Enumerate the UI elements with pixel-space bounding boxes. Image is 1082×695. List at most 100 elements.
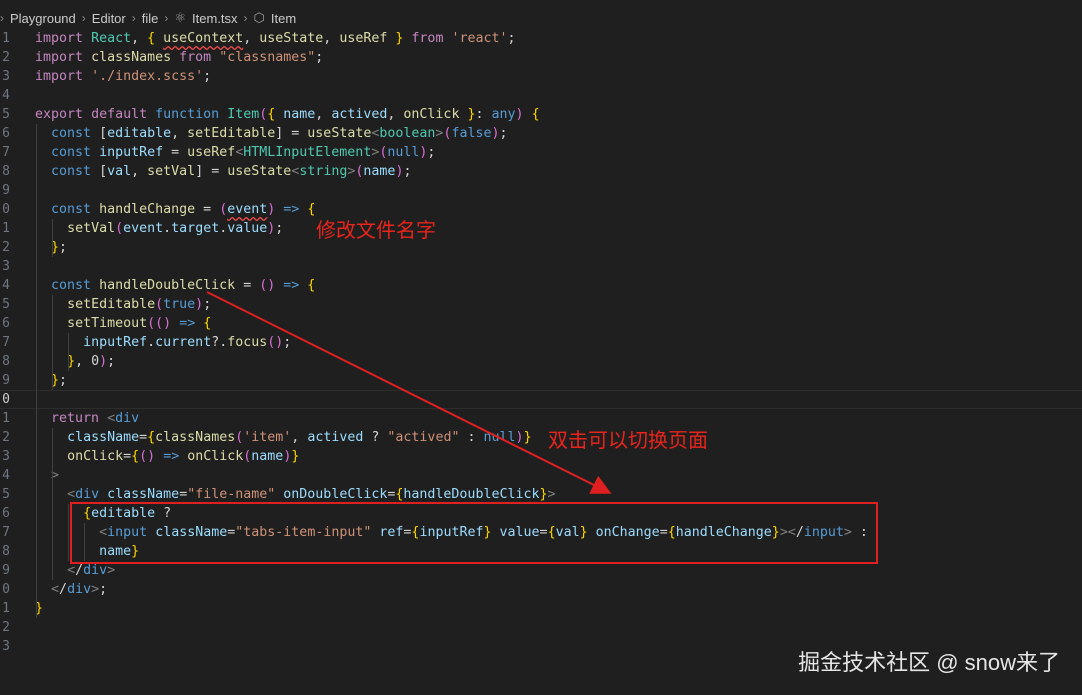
code-text: const [editable, setEditable] = useState… <box>51 126 508 141</box>
code-line[interactable]: 2 import classNames from "classnames"; <box>0 48 1082 67</box>
line-number: 6 <box>2 316 10 331</box>
code-line[interactable]: 0 <box>0 390 1082 409</box>
code-line[interactable]: 2 <box>0 618 1082 637</box>
line-number: 2 <box>2 240 10 255</box>
code-text: import classNames from "classnames"; <box>35 50 324 65</box>
code-text: setEditable(true); <box>67 297 212 312</box>
code-line[interactable]: 1 setVal(event.target.value); <box>0 219 1082 238</box>
code-line[interactable]: 0 const handleChange = (event) => { <box>0 200 1082 219</box>
code-line[interactable]: 9 <box>0 181 1082 200</box>
code-editor[interactable]: 1 import React, { useContext, useState, u… <box>0 28 1082 668</box>
breadcrumb-item-symbol[interactable]: Item <box>271 11 296 26</box>
code-text: setVal(event.target.value); <box>67 221 284 236</box>
code-line[interactable]: 1} <box>0 599 1082 618</box>
code-line[interactable]: 8 const [val, setVal] = useState<string>… <box>0 162 1082 181</box>
code-text: const [val, setVal] = useState<string>(n… <box>51 164 412 179</box>
line-number: 0 <box>2 392 10 407</box>
code-line[interactable]: 3 onClick={() => onClick(name)} <box>0 447 1082 466</box>
indent-guide <box>52 295 53 390</box>
code-text: </div>; <box>51 582 108 597</box>
line-number: 5 <box>2 487 10 502</box>
breadcrumb-item-playground[interactable]: Playground <box>10 11 76 26</box>
line-number: 0 <box>2 202 10 217</box>
line-number: 4 <box>2 88 10 103</box>
highlight-box <box>70 502 878 564</box>
code-text: return <div <box>51 411 140 426</box>
line-number: 8 <box>2 164 10 179</box>
line-number: 6 <box>2 126 10 141</box>
indent-guide <box>68 333 69 371</box>
code-line[interactable]: 4 > <box>0 466 1082 485</box>
chevron-right-icon: › <box>0 11 4 25</box>
code-line[interactable]: 3 <box>0 257 1082 276</box>
code-line[interactable]: 3 import './index.scss'; <box>0 67 1082 86</box>
symbol-method-icon: ⬡ <box>253 10 265 25</box>
chevron-right-icon: › <box>81 11 86 25</box>
line-number: 9 <box>2 373 10 388</box>
code-text: const handleDoubleClick = () => { <box>51 278 316 293</box>
code-line[interactable]: 0 </div>; <box>0 580 1082 599</box>
code-line[interactable]: 6 setTimeout(() => { <box>0 314 1082 333</box>
line-number: 3 <box>2 259 10 274</box>
code-line[interactable]: 6 const [editable, setEditable] = useSta… <box>0 124 1082 143</box>
line-number: 4 <box>2 468 10 483</box>
annotation-rename: 修改文件名字 <box>316 218 436 242</box>
code-line[interactable]: 1 import React, { useContext, useState, u… <box>0 29 1082 48</box>
line-number: 1 <box>2 221 10 236</box>
watermark: 掘金技术社区 @ snow来了 <box>798 650 1060 675</box>
chevron-right-icon: › <box>243 11 248 25</box>
line-number: 1 <box>2 31 10 46</box>
code-line[interactable]: 4 <box>0 86 1082 105</box>
code-text: import './index.scss'; <box>35 69 212 84</box>
breadcrumb-item-editor[interactable]: Editor <box>92 11 126 26</box>
line-number: 5 <box>2 107 10 122</box>
breadcrumb-item-file-name[interactable]: Item.tsx <box>192 11 238 26</box>
code-line[interactable]: 7 inputRef.current?.focus(); <box>0 333 1082 352</box>
chevron-right-icon: › <box>164 11 169 25</box>
code-line[interactable]: 2 }; <box>0 238 1082 257</box>
indent-guide <box>52 219 53 257</box>
code-line[interactable]: 4 const handleDoubleClick = () => { <box>0 276 1082 295</box>
line-number: 6 <box>2 506 10 521</box>
code-text: className={classNames('item', actived ? … <box>67 430 532 445</box>
line-number: 3 <box>2 69 10 84</box>
code-text: export default function Item({ name, act… <box>35 107 540 122</box>
indent-guide <box>68 504 69 561</box>
line-number: 0 <box>2 582 10 597</box>
line-number: 7 <box>2 145 10 160</box>
code-text: > <box>51 468 60 483</box>
line-number: 9 <box>2 563 10 578</box>
line-number: 2 <box>2 50 10 65</box>
code-text: import React, { useContext, useState, us… <box>35 31 516 46</box>
code-line[interactable]: 5 setEditable(true); <box>0 295 1082 314</box>
line-number: 1 <box>2 601 10 616</box>
line-number: 2 <box>2 620 10 635</box>
line-number: 7 <box>2 335 10 350</box>
code-text: inputRef.current?.focus(); <box>83 335 292 350</box>
line-number: 8 <box>2 354 10 369</box>
code-text: const inputRef = useRef<HTMLInputElement… <box>51 145 436 160</box>
line-number: 7 <box>2 525 10 540</box>
line-number: 4 <box>2 278 10 293</box>
indent-guide <box>36 124 37 618</box>
code-line[interactable]: 8 }, 0); <box>0 352 1082 371</box>
code-line[interactable]: 5 export default function Item({ name, ac… <box>0 105 1082 124</box>
react-file-icon: ⚛ <box>174 10 187 25</box>
line-number: 5 <box>2 297 10 312</box>
code-text: const handleChange = (event) => { <box>51 202 316 217</box>
code-line[interactable]: 2 className={classNames('item', actived … <box>0 428 1082 447</box>
code-line[interactable]: 1 return <div <box>0 409 1082 428</box>
line-number: 8 <box>2 544 10 559</box>
code-text: onClick={() => onClick(name)} <box>67 449 300 464</box>
code-text: setTimeout(() => { <box>67 316 212 331</box>
chevron-right-icon: › <box>131 11 136 25</box>
code-text: }, 0); <box>67 354 116 369</box>
annotation-double-click: 双击可以切换页面 <box>548 428 708 452</box>
breadcrumb-item-file[interactable]: file <box>142 11 159 26</box>
line-number: 9 <box>2 183 10 198</box>
line-number: 3 <box>2 449 10 464</box>
code-line[interactable]: 7 const inputRef = useRef<HTMLInputEleme… <box>0 143 1082 162</box>
code-line[interactable]: 9 }; <box>0 371 1082 390</box>
line-number: 3 <box>2 639 10 654</box>
line-number: 2 <box>2 430 10 445</box>
